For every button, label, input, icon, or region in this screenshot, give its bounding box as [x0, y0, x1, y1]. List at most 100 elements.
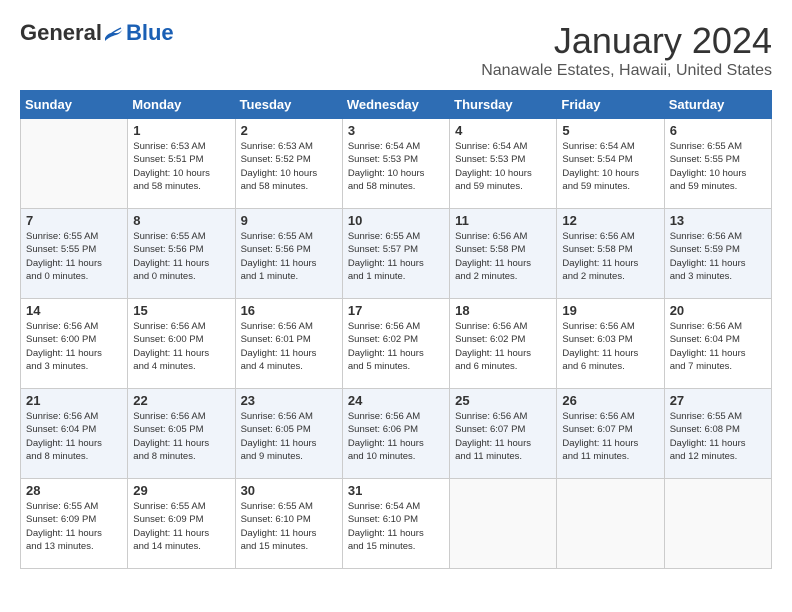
calendar-cell: 28 Sunrise: 6:55 AM Sunset: 6:09 PM Dayli…: [21, 479, 128, 569]
day-info: Sunrise: 6:56 AM Sunset: 5:58 PM Dayligh…: [562, 230, 658, 283]
day-number: 8: [133, 213, 229, 228]
day-number: 19: [562, 303, 658, 318]
column-header-tuesday: Tuesday: [235, 91, 342, 119]
day-info: Sunrise: 6:56 AM Sunset: 6:05 PM Dayligh…: [133, 410, 229, 463]
calendar-cell: 23 Sunrise: 6:56 AM Sunset: 6:05 PM Dayli…: [235, 389, 342, 479]
day-number: 31: [348, 483, 444, 498]
day-number: 27: [670, 393, 766, 408]
day-info: Sunrise: 6:56 AM Sunset: 6:05 PM Dayligh…: [241, 410, 337, 463]
calendar-cell: 14 Sunrise: 6:56 AM Sunset: 6:00 PM Dayli…: [21, 299, 128, 389]
calendar-cell: 12 Sunrise: 6:56 AM Sunset: 5:58 PM Dayli…: [557, 209, 664, 299]
day-number: 28: [26, 483, 122, 498]
calendar-cell: 24 Sunrise: 6:56 AM Sunset: 6:06 PM Dayli…: [342, 389, 449, 479]
day-number: 5: [562, 123, 658, 138]
calendar-cell: 25 Sunrise: 6:56 AM Sunset: 6:07 PM Dayli…: [450, 389, 557, 479]
day-number: 11: [455, 213, 551, 228]
day-info: Sunrise: 6:56 AM Sunset: 6:03 PM Dayligh…: [562, 320, 658, 373]
day-info: Sunrise: 6:56 AM Sunset: 6:06 PM Dayligh…: [348, 410, 444, 463]
day-info: Sunrise: 6:56 AM Sunset: 5:58 PM Dayligh…: [455, 230, 551, 283]
day-number: 20: [670, 303, 766, 318]
day-info: Sunrise: 6:56 AM Sunset: 6:00 PM Dayligh…: [26, 320, 122, 373]
title-area: January 2024 Nanawale Estates, Hawaii, U…: [481, 20, 772, 80]
month-title: January 2024: [481, 20, 772, 62]
day-number: 3: [348, 123, 444, 138]
calendar-cell: 15Sunrise: 6:56 AM Sunset: 6:00 PM Dayli…: [128, 299, 235, 389]
day-info: Sunrise: 6:55 AM Sunset: 6:09 PM Dayligh…: [26, 500, 122, 553]
day-number: 21: [26, 393, 122, 408]
calendar-cell: 6 Sunrise: 6:55 AM Sunset: 5:55 PM Daylig…: [664, 119, 771, 209]
calendar-cell: 9Sunrise: 6:55 AM Sunset: 5:56 PM Daylig…: [235, 209, 342, 299]
calendar-cell: 27 Sunrise: 6:55 AM Sunset: 6:08 PM Dayli…: [664, 389, 771, 479]
day-number: 23: [241, 393, 337, 408]
day-info: Sunrise: 6:56 AM Sunset: 6:01 PM Dayligh…: [241, 320, 337, 373]
column-header-wednesday: Wednesday: [342, 91, 449, 119]
column-header-monday: Monday: [128, 91, 235, 119]
week-row: 28 Sunrise: 6:55 AM Sunset: 6:09 PM Dayli…: [21, 479, 772, 569]
calendar-cell: 19 Sunrise: 6:56 AM Sunset: 6:03 PM Dayli…: [557, 299, 664, 389]
logo-bird-icon: [103, 24, 125, 42]
day-number: 9: [241, 213, 337, 228]
calendar-cell: 1Sunrise: 6:53 AM Sunset: 5:51 PM Daylig…: [128, 119, 235, 209]
day-number: 2: [241, 123, 337, 138]
day-info: Sunrise: 6:55 AM Sunset: 6:09 PM Dayligh…: [133, 500, 229, 553]
day-info: Sunrise: 6:54 AM Sunset: 5:53 PM Dayligh…: [455, 140, 551, 193]
header-row: SundayMondayTuesdayWednesdayThursdayFrid…: [21, 91, 772, 119]
calendar-cell: 4 Sunrise: 6:54 AM Sunset: 5:53 PM Daylig…: [450, 119, 557, 209]
calendar-cell: 26Sunrise: 6:56 AM Sunset: 6:07 PM Dayli…: [557, 389, 664, 479]
logo-general: General: [20, 20, 102, 46]
day-info: Sunrise: 6:56 AM Sunset: 6:02 PM Dayligh…: [348, 320, 444, 373]
day-info: Sunrise: 6:55 AM Sunset: 5:55 PM Dayligh…: [26, 230, 122, 283]
day-number: 7: [26, 213, 122, 228]
day-number: 17: [348, 303, 444, 318]
day-number: 22: [133, 393, 229, 408]
calendar-cell: 10 Sunrise: 6:55 AM Sunset: 5:57 PM Dayli…: [342, 209, 449, 299]
day-info: Sunrise: 6:56 AM Sunset: 6:02 PM Dayligh…: [455, 320, 551, 373]
calendar-cell: [450, 479, 557, 569]
day-info: Sunrise: 6:55 AM Sunset: 6:08 PM Dayligh…: [670, 410, 766, 463]
day-number: 25: [455, 393, 551, 408]
calendar-cell: 16Sunrise: 6:56 AM Sunset: 6:01 PM Dayli…: [235, 299, 342, 389]
day-info: Sunrise: 6:56 AM Sunset: 6:00 PM Dayligh…: [133, 320, 229, 373]
calendar-cell: 11 Sunrise: 6:56 AM Sunset: 5:58 PM Dayli…: [450, 209, 557, 299]
logo: General Blue: [20, 20, 174, 46]
column-header-sunday: Sunday: [21, 91, 128, 119]
logo-blue: Blue: [126, 20, 174, 46]
calendar-cell: 29 Sunrise: 6:55 AM Sunset: 6:09 PM Dayli…: [128, 479, 235, 569]
day-info: Sunrise: 6:56 AM Sunset: 6:07 PM Dayligh…: [455, 410, 551, 463]
calendar-cell: [664, 479, 771, 569]
week-row: 1Sunrise: 6:53 AM Sunset: 5:51 PM Daylig…: [21, 119, 772, 209]
calendar-table: SundayMondayTuesdayWednesdayThursdayFrid…: [20, 90, 772, 569]
calendar-cell: 13Sunrise: 6:56 AM Sunset: 5:59 PM Dayli…: [664, 209, 771, 299]
day-info: Sunrise: 6:56 AM Sunset: 5:59 PM Dayligh…: [670, 230, 766, 283]
day-number: 12: [562, 213, 658, 228]
calendar-cell: 17 Sunrise: 6:56 AM Sunset: 6:02 PM Dayli…: [342, 299, 449, 389]
day-info: Sunrise: 6:55 AM Sunset: 5:55 PM Dayligh…: [670, 140, 766, 193]
calendar-cell: 7 Sunrise: 6:55 AM Sunset: 5:55 PM Daylig…: [21, 209, 128, 299]
day-number: 30: [241, 483, 337, 498]
day-number: 14: [26, 303, 122, 318]
column-header-thursday: Thursday: [450, 91, 557, 119]
calendar-cell: 22 Sunrise: 6:56 AM Sunset: 6:05 PM Dayli…: [128, 389, 235, 479]
day-info: Sunrise: 6:53 AM Sunset: 5:52 PM Dayligh…: [241, 140, 337, 193]
day-number: 24: [348, 393, 444, 408]
calendar-cell: 3Sunrise: 6:54 AM Sunset: 5:53 PM Daylig…: [342, 119, 449, 209]
calendar-cell: 8 Sunrise: 6:55 AM Sunset: 5:56 PM Daylig…: [128, 209, 235, 299]
day-number: 4: [455, 123, 551, 138]
day-info: Sunrise: 6:55 AM Sunset: 5:56 PM Dayligh…: [133, 230, 229, 283]
calendar-cell: 20Sunrise: 6:56 AM Sunset: 6:04 PM Dayli…: [664, 299, 771, 389]
week-row: 14 Sunrise: 6:56 AM Sunset: 6:00 PM Dayli…: [21, 299, 772, 389]
day-info: Sunrise: 6:53 AM Sunset: 5:51 PM Dayligh…: [133, 140, 229, 193]
day-number: 10: [348, 213, 444, 228]
day-info: Sunrise: 6:55 AM Sunset: 5:57 PM Dayligh…: [348, 230, 444, 283]
calendar-cell: 31Sunrise: 6:54 AM Sunset: 6:10 PM Dayli…: [342, 479, 449, 569]
day-info: Sunrise: 6:54 AM Sunset: 5:54 PM Dayligh…: [562, 140, 658, 193]
day-number: 18: [455, 303, 551, 318]
calendar-cell: 2 Sunrise: 6:53 AM Sunset: 5:52 PM Daylig…: [235, 119, 342, 209]
location-title: Nanawale Estates, Hawaii, United States: [481, 62, 772, 80]
day-number: 6: [670, 123, 766, 138]
calendar-cell: 21 Sunrise: 6:56 AM Sunset: 6:04 PM Dayli…: [21, 389, 128, 479]
day-number: 29: [133, 483, 229, 498]
week-row: 7 Sunrise: 6:55 AM Sunset: 5:55 PM Daylig…: [21, 209, 772, 299]
week-row: 21 Sunrise: 6:56 AM Sunset: 6:04 PM Dayli…: [21, 389, 772, 479]
day-info: Sunrise: 6:56 AM Sunset: 6:04 PM Dayligh…: [26, 410, 122, 463]
